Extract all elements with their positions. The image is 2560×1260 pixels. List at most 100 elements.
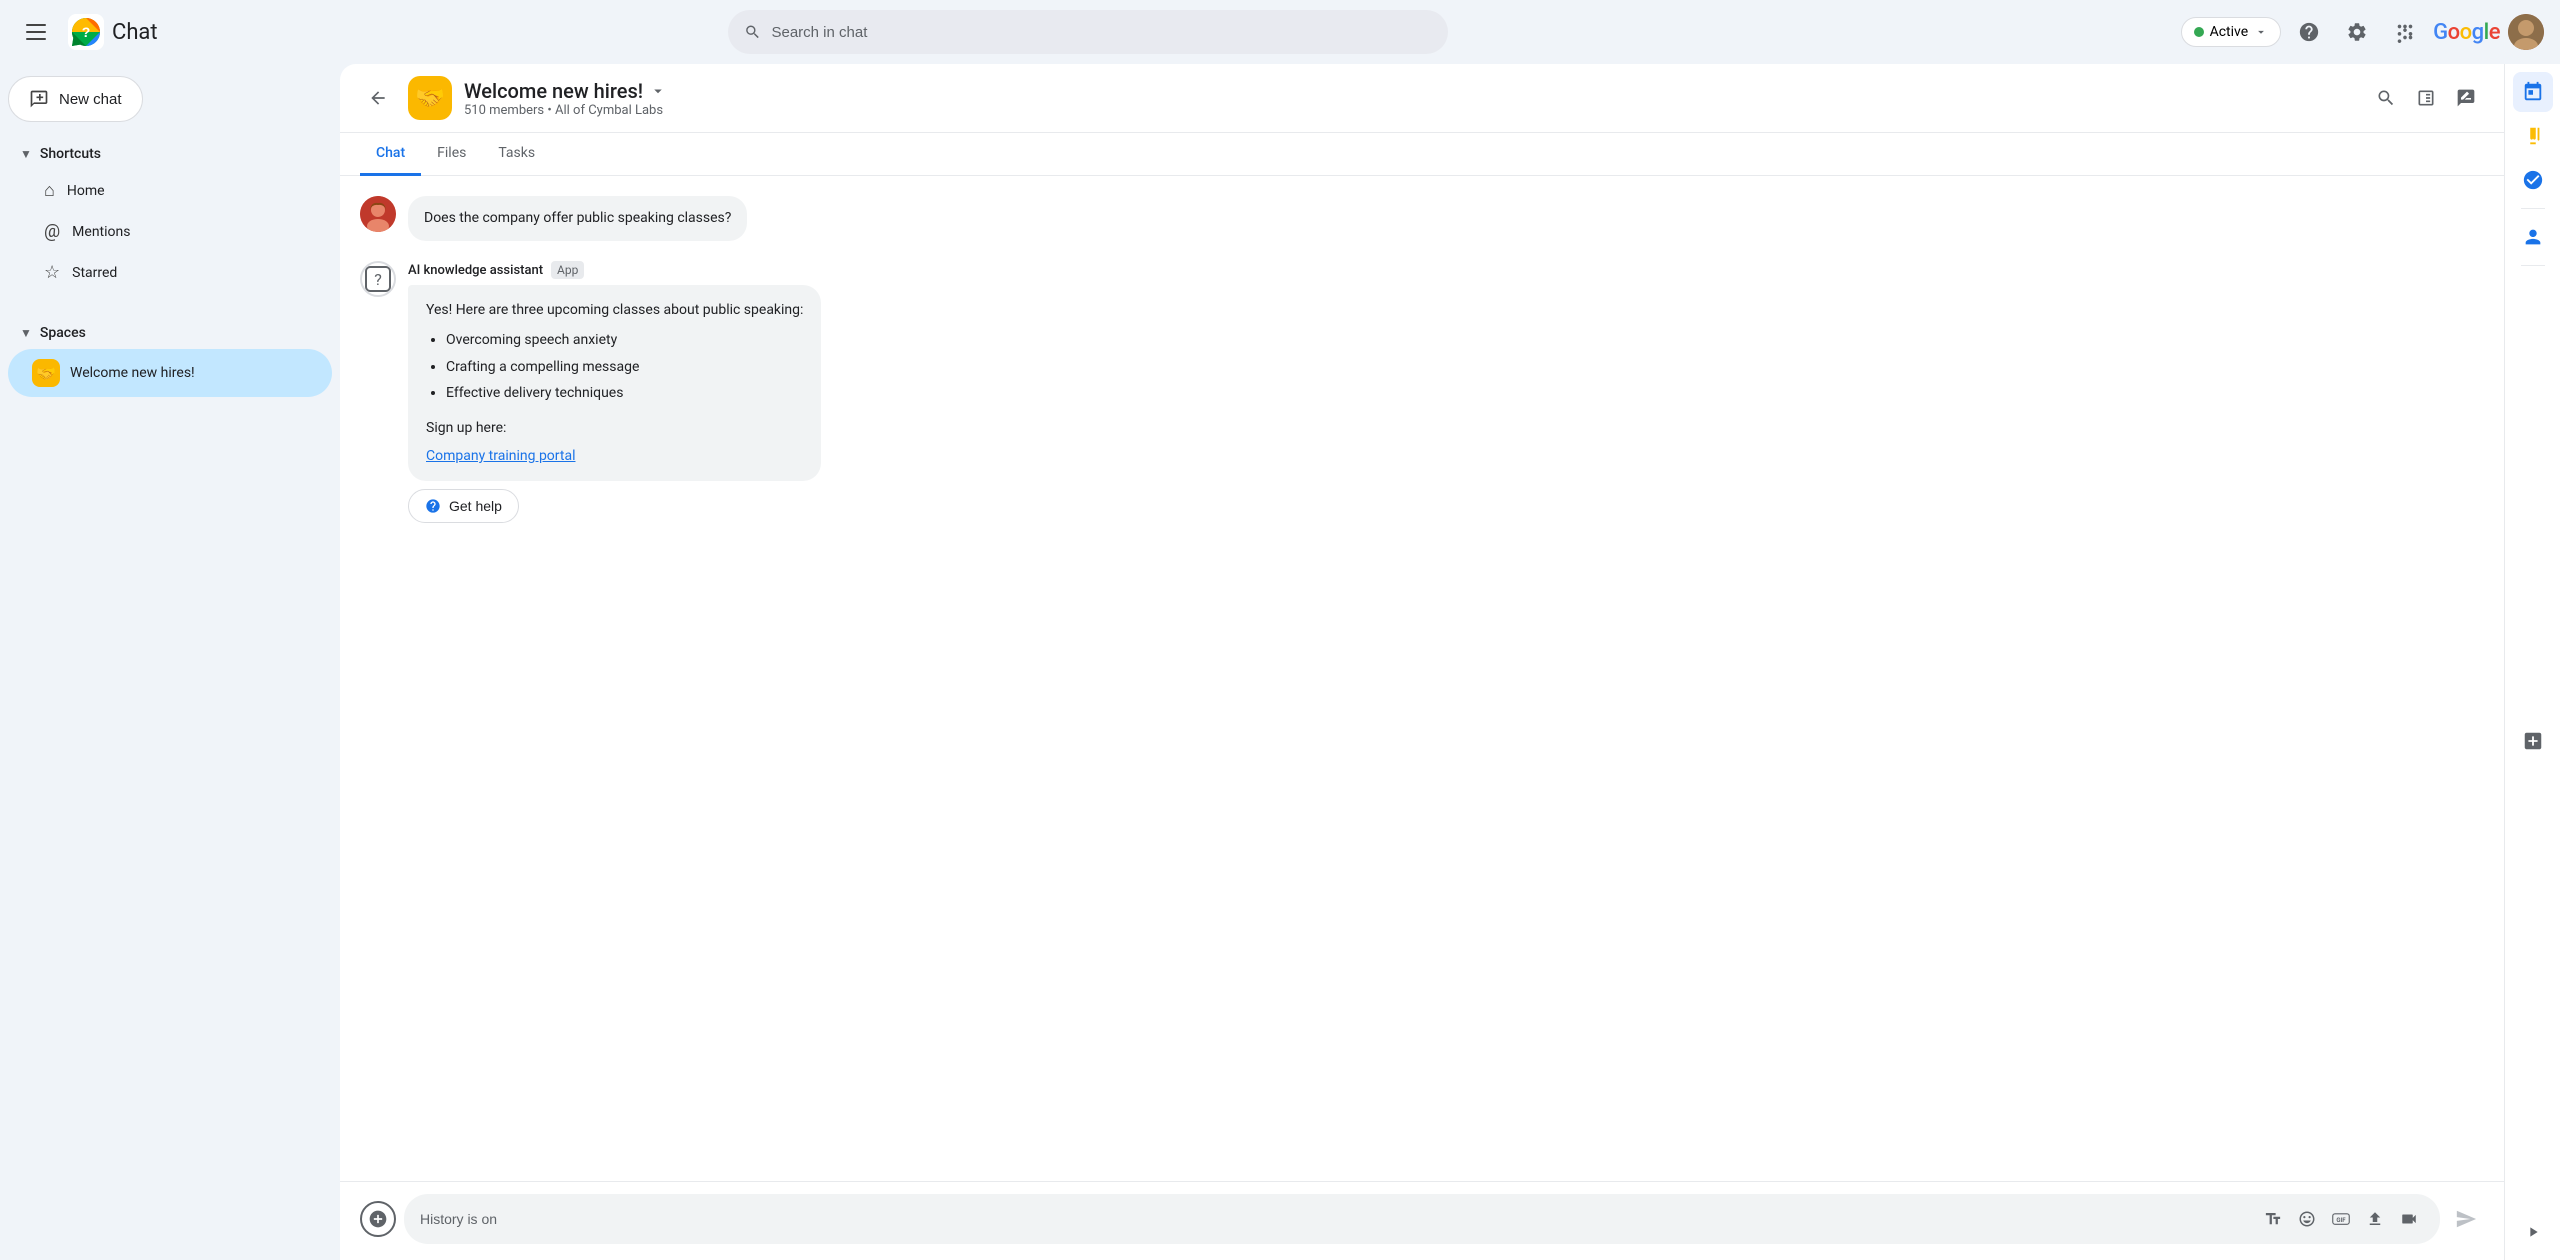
mentions-label: Mentions	[72, 224, 130, 240]
user-message-bubble: Does the company offer public speaking c…	[408, 196, 747, 241]
header-search-button[interactable]	[2368, 80, 2404, 116]
emoji-icon	[2298, 1210, 2316, 1228]
settings-button[interactable]	[2337, 12, 2377, 52]
bullet-item-1: Overcoming speech anxiety	[446, 329, 803, 351]
chat-tabs: Chat Files Tasks	[340, 133, 2504, 176]
svg-text:GIF: GIF	[2336, 1217, 2346, 1224]
user-avatar[interactable]	[2508, 14, 2544, 50]
new-chat-label: New chat	[59, 91, 122, 108]
menu-icon[interactable]	[16, 12, 56, 52]
space-subtitle: 510 members • All of Cymbal Labs	[464, 103, 2356, 118]
sidebar-item-starred[interactable]: ☆ Starred	[8, 252, 332, 293]
space-item-label: Welcome new hires!	[70, 365, 195, 381]
right-divider	[2521, 208, 2545, 209]
tab-files[interactable]: Files	[421, 133, 482, 176]
add-icon	[368, 1209, 388, 1229]
spaces-chevron-icon: ▼	[20, 326, 32, 340]
sidebar-item-home[interactable]: ⌂ Home	[8, 170, 332, 211]
tab-chat[interactable]: Chat	[360, 133, 421, 176]
spaces-label: Spaces	[40, 325, 86, 341]
back-button[interactable]	[360, 80, 396, 116]
app-badge: App	[551, 261, 584, 279]
messages-area: Does the company offer public speaking c…	[340, 176, 2504, 1181]
keep-button[interactable]	[2513, 116, 2553, 156]
threads-icon	[2456, 88, 2476, 108]
ai-sender-name: AI knowledge assistant	[408, 263, 543, 278]
video-call-icon	[2400, 1210, 2418, 1228]
space-header-emoji: 🤝	[408, 76, 452, 120]
contacts-icon	[2522, 226, 2544, 248]
user-avatar-msg	[360, 196, 396, 232]
calendar-button[interactable]	[2513, 72, 2553, 112]
help-button[interactable]	[2289, 12, 2329, 52]
sidebar: New chat ▼ Shortcuts ⌂ Home @ Mentions ☆…	[0, 64, 340, 1260]
search-input-wrap[interactable]	[728, 10, 1448, 54]
header-actions	[2368, 80, 2484, 116]
ai-bullet-list: Overcoming speech anxiety Crafting a com…	[426, 329, 803, 404]
ai-name-row: AI knowledge assistant App	[408, 261, 821, 279]
ai-message-bubble: Yes! Here are three upcoming classes abo…	[408, 285, 821, 481]
header-threads-button[interactable]	[2448, 80, 2484, 116]
input-row: GIF	[360, 1194, 2484, 1244]
tab-tasks[interactable]: Tasks	[482, 133, 551, 176]
chevron-down-icon	[2254, 25, 2268, 39]
add-panel-button[interactable]	[2513, 721, 2553, 761]
right-sidebar	[2504, 64, 2560, 1260]
header-view-button[interactable]	[2408, 80, 2444, 116]
keep-icon	[2522, 125, 2544, 147]
new-chat-button[interactable]: New chat	[8, 76, 143, 122]
avatar-image	[2508, 14, 2544, 50]
shortcuts-header[interactable]: ▼ Shortcuts	[8, 138, 332, 170]
top-bar-left: ? Chat	[16, 12, 356, 52]
org-name: All of Cymbal Labs	[555, 103, 663, 118]
svg-text:?: ?	[374, 270, 382, 289]
google-logo: Google	[2433, 20, 2500, 45]
expand-panel-button[interactable]	[2513, 1212, 2553, 1252]
space-title[interactable]: Welcome new hires!	[464, 79, 2356, 103]
space-title-text: Welcome new hires!	[464, 79, 643, 103]
ai-avatar-icon: ?	[364, 265, 392, 293]
mentions-icon: @	[44, 221, 60, 242]
calendar-icon	[2522, 81, 2544, 103]
sidebar-item-mentions[interactable]: @ Mentions	[8, 211, 332, 252]
home-label: Home	[67, 183, 105, 199]
format-text-icon	[2264, 1210, 2282, 1228]
video-call-button[interactable]	[2394, 1204, 2424, 1234]
upload-button[interactable]	[2360, 1204, 2390, 1234]
top-bar: ? Chat Active	[0, 0, 2560, 64]
space-header-info: Welcome new hires! 510 members • All of …	[464, 79, 2356, 118]
message-input-area: GIF	[340, 1181, 2504, 1260]
help-icon	[2298, 21, 2320, 43]
space-emoji: 🤝	[32, 359, 60, 387]
tab-files-label: Files	[437, 145, 466, 161]
space-item-welcome[interactable]: 🤝 Welcome new hires!	[8, 349, 332, 397]
search-input[interactable]	[771, 24, 1432, 41]
tab-tasks-label: Tasks	[498, 145, 535, 161]
title-chevron-icon	[649, 82, 667, 100]
emoji-button[interactable]	[2292, 1204, 2322, 1234]
get-help-button[interactable]: Get help	[408, 489, 519, 523]
logo-area: ? Chat	[68, 14, 158, 50]
active-status-badge[interactable]: Active	[2181, 17, 2282, 47]
get-help-label: Get help	[449, 498, 502, 514]
header-search-icon	[2376, 88, 2396, 108]
training-portal-link[interactable]: Company training portal	[426, 448, 575, 464]
add-attachment-button[interactable]	[360, 1201, 396, 1237]
active-dot	[2194, 27, 2204, 37]
message-input-box: GIF	[404, 1194, 2440, 1244]
send-button[interactable]	[2448, 1201, 2484, 1237]
gif-icon: GIF	[2332, 1210, 2350, 1228]
message-input[interactable]	[420, 1211, 2250, 1227]
side-panel-icon	[2416, 88, 2436, 108]
tasks-button[interactable]	[2513, 160, 2553, 200]
send-icon	[2455, 1208, 2477, 1230]
member-count: 510 members	[464, 103, 544, 118]
spaces-header[interactable]: ▼ Spaces	[8, 317, 332, 349]
apps-button[interactable]	[2385, 12, 2425, 52]
format-text-button[interactable]	[2258, 1204, 2288, 1234]
starred-label: Starred	[72, 265, 117, 281]
gif-button[interactable]: GIF	[2326, 1204, 2356, 1234]
search-icon	[744, 23, 761, 41]
apps-grid-icon	[2394, 21, 2416, 43]
contacts-button[interactable]	[2513, 217, 2553, 257]
